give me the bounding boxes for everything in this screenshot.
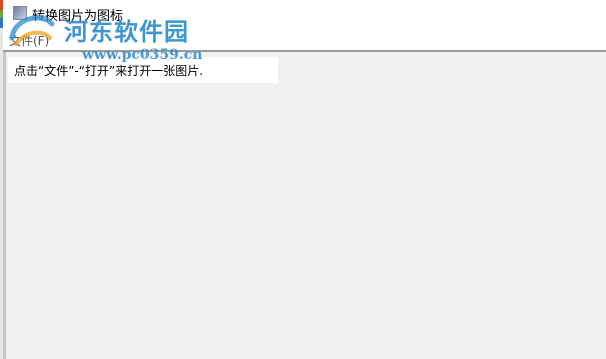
menu-bar: 文件(F) (3, 30, 606, 50)
hint-text: 点击“文件”-“打开”来打开一张图片. (14, 64, 204, 78)
client-area (3, 52, 606, 359)
menu-file[interactable]: 文件(F) (9, 32, 49, 49)
window-title: 转换图片为图标 (32, 9, 124, 24)
title-bar: 转换图片为图标 (3, 0, 606, 30)
hint-panel: 点击“文件”-“打开”来打开一张图片. (8, 57, 278, 83)
client-left-border (3, 52, 6, 359)
app-icon (13, 6, 27, 20)
